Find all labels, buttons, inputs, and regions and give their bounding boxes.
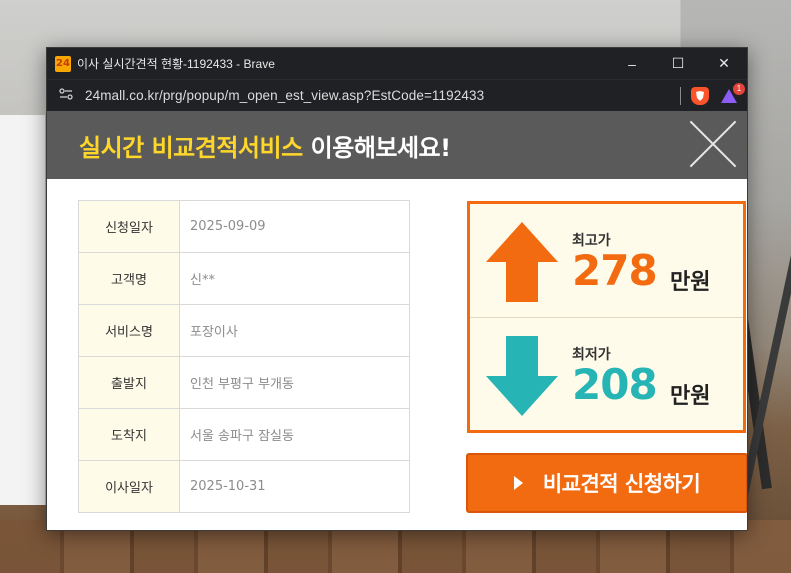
highest-price-value: 278 [572,246,658,295]
arrow-up-icon [486,222,558,302]
background-window [0,115,46,505]
minimize-button[interactable]: – [609,48,655,79]
price-summary-box: 최고가 278 만원 최저가 208 만원 [467,201,746,433]
table-row: 서비스명 포장이사 [78,304,410,357]
table-row: 도착지 서울 송파구 잠실동 [78,408,410,461]
address-bar[interactable]: 24mall.co.kr/prg/popup/m_open_est_view.a… [47,79,747,111]
url-divider [680,86,681,105]
highest-price-unit: 만원 [670,270,711,295]
title-bar[interactable]: 24 이사 실시간견적 현황-1192433 - Brave – ☐ ✕ [47,48,747,79]
play-icon [513,476,523,490]
row-label: 이사일자 [78,460,180,513]
rewards-badge: 1 [733,82,745,95]
row-label: 고객명 [78,252,180,305]
row-label: 도착지 [78,408,180,461]
banner-text: 이용해보세요! [310,133,451,162]
row-value: 2025-09-09 [179,200,410,253]
site-settings-icon[interactable] [59,88,75,103]
highest-price-row: 최고가 278 만원 [470,204,743,317]
popup-content: 실시간 비교견적서비스 이용해보세요! 신청일자 2025-09-09 고객명 … [47,111,747,530]
row-label: 신청일자 [78,200,180,253]
apply-estimate-button[interactable]: 비교견적 신청하기 [466,453,747,513]
row-value: 신** [179,252,410,305]
close-icon[interactable] [689,120,737,168]
table-row: 고객명 신** [78,252,410,305]
brave-rewards-icon[interactable]: 1 [719,82,745,105]
brave-shield-icon[interactable] [691,86,709,105]
popup-window: 24 이사 실시간견적 현황-1192433 - Brave – ☐ ✕ 24m… [46,47,748,531]
close-window-button[interactable]: ✕ [701,48,747,79]
table-row: 이사일자 2025-10-31 [78,460,410,513]
estimate-info-table: 신청일자 2025-09-09 고객명 신** 서비스명 포장이사 출발지 인천… [78,200,410,513]
row-label: 출발지 [78,356,180,409]
row-value: 포장이사 [179,304,410,357]
row-value: 인천 부평구 부개동 [179,356,410,409]
apply-estimate-label: 비교견적 신청하기 [542,472,701,496]
promo-banner: 실시간 비교견적서비스 이용해보세요! [47,111,747,179]
maximize-button[interactable]: ☐ [655,48,701,79]
lowest-price-unit: 만원 [670,384,711,409]
lowest-price-value: 208 [572,360,658,409]
row-label: 서비스명 [78,304,180,357]
lowest-price-row: 최저가 208 만원 [470,317,743,430]
window-title: 이사 실시간견적 현황-1192433 - Brave [77,57,275,71]
arrow-down-icon [486,336,558,416]
row-value: 2025-10-31 [179,460,410,513]
url-text[interactable]: 24mall.co.kr/prg/popup/m_open_est_view.a… [85,88,670,103]
table-row: 출발지 인천 부평구 부개동 [78,356,410,409]
table-row: 신청일자 2025-09-09 [78,200,410,253]
banner-highlight: 실시간 비교견적서비스 [79,133,303,162]
site-favicon-icon: 24 [55,55,71,72]
row-value: 서울 송파구 잠실동 [179,408,410,461]
